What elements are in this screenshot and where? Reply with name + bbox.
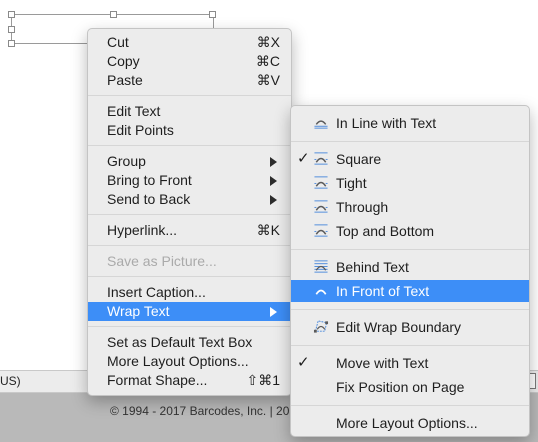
menu-item-label: Paste: [107, 72, 143, 88]
menu-item-label: Insert Caption...: [107, 284, 206, 300]
menu-item-edit-points[interactable]: Edit Points: [88, 121, 291, 140]
wrap-option-more-layout-options[interactable]: More Layout Options...: [291, 412, 529, 434]
menu-separator: [291, 309, 529, 310]
edit-wrap-boundary-icon: [313, 320, 329, 333]
shortcut-label: ⇧⌘1: [246, 372, 280, 388]
menu-separator: [291, 249, 529, 250]
menu-item-more-layout-options[interactable]: More Layout Options...: [88, 352, 291, 371]
menu-item-label: Wrap Text: [107, 303, 170, 319]
resize-handle-middle-left[interactable]: [8, 26, 15, 33]
wrap-option-behind-text[interactable]: Behind Text: [291, 256, 529, 278]
menu-item-format-shape[interactable]: Format Shape... ⇧⌘1: [88, 371, 291, 390]
menu-separator: [88, 145, 291, 146]
menu-item-label: Copy: [107, 53, 140, 69]
menu-item-label: Save as Picture...: [107, 253, 217, 269]
resize-handle-bottom-left[interactable]: [8, 40, 15, 47]
menu-item-copy[interactable]: Copy ⌘C: [88, 52, 291, 71]
menu-item-label: In Front of Text: [336, 283, 430, 299]
menu-item-send-to-back[interactable]: Send to Back: [88, 190, 291, 209]
menu-separator: [88, 245, 291, 246]
shortcut-label: ⌘C: [255, 53, 280, 69]
menu-item-label: Behind Text: [336, 259, 409, 275]
shortcut-label: ⌘K: [256, 222, 280, 238]
menu-item-label: Square: [336, 151, 382, 167]
menu-item-label: Edit Text: [107, 103, 161, 119]
resize-handle-top-middle[interactable]: [110, 11, 117, 18]
wrap-option-move-with-text[interactable]: ✓ Move with Text: [291, 352, 529, 374]
menu-separator: [291, 405, 529, 406]
footer-copyright: © 1994 - 2017 Barcodes, Inc. | 20: [110, 404, 290, 418]
menu-item-label: Group: [107, 153, 146, 169]
wrap-option-fix-position-on-page[interactable]: Fix Position on Page: [291, 376, 529, 398]
menu-item-label: Format Shape...: [107, 372, 208, 388]
menu-item-label: Fix Position on Page: [336, 379, 465, 395]
menu-item-wrap-text[interactable]: Wrap Text: [88, 302, 291, 321]
menu-item-label: More Layout Options...: [107, 353, 249, 369]
menu-item-paste[interactable]: Paste ⌘V: [88, 71, 291, 90]
submenu-arrow-icon: [270, 176, 277, 186]
wrap-option-in-line-with-text[interactable]: In Line with Text: [291, 112, 529, 134]
menu-item-set-as-default-text-box[interactable]: Set as Default Text Box: [88, 333, 291, 352]
wrap-option-edit-wrap-boundary[interactable]: Edit Wrap Boundary: [291, 316, 529, 338]
inline-wrap-icon: [314, 120, 328, 129]
submenu-arrow-icon: [270, 157, 277, 167]
menu-item-label: Bring to Front: [107, 172, 192, 188]
menu-item-label: Through: [336, 199, 389, 215]
menu-item-label: Move with Text: [336, 355, 429, 371]
menu-item-edit-text[interactable]: Edit Text: [88, 102, 291, 121]
wrap-option-tight[interactable]: Tight: [291, 172, 529, 194]
menu-item-label: Set as Default Text Box: [107, 334, 253, 350]
wrap-option-top-and-bottom[interactable]: Top and Bottom: [291, 220, 529, 242]
tight-wrap-icon: [314, 176, 328, 189]
resize-handle-top-left[interactable]: [8, 11, 15, 18]
menu-item-save-as-picture: Save as Picture...: [88, 252, 291, 271]
checkmark-icon: ✓: [297, 354, 310, 371]
menu-item-label: Hyperlink...: [107, 222, 178, 238]
menu-item-label: Top and Bottom: [336, 223, 435, 239]
menu-separator: [88, 326, 291, 327]
square-wrap-icon: [314, 152, 328, 165]
menu-separator: [88, 276, 291, 277]
menu-item-label: Cut: [107, 34, 129, 50]
menu-item-label: In Line with Text: [336, 115, 437, 131]
menu-item-cut[interactable]: Cut ⌘X: [88, 33, 291, 52]
menu-item-label: Tight: [336, 175, 367, 191]
menu-item-hyperlink[interactable]: Hyperlink... ⌘K: [88, 221, 291, 240]
wrap-option-square[interactable]: ✓ Square: [291, 148, 529, 170]
wrap-option-through[interactable]: Through: [291, 196, 529, 218]
menu-separator: [291, 141, 529, 142]
submenu-arrow-icon: [270, 307, 277, 317]
wrap-option-in-front-of-text[interactable]: In Front of Text: [291, 280, 529, 302]
menu-item-group[interactable]: Group: [88, 152, 291, 171]
checkmark-icon: ✓: [297, 150, 310, 167]
shortcut-label: ⌘V: [256, 72, 280, 88]
menu-item-bring-to-front[interactable]: Bring to Front: [88, 171, 291, 190]
shortcut-label: ⌘X: [256, 34, 280, 50]
language-status[interactable]: US): [0, 374, 21, 388]
context-menu: Cut ⌘X Copy ⌘C Paste ⌘V Edit Text Edit Points Gr…: [87, 28, 292, 396]
in-front-text-icon: [315, 289, 327, 295]
behind-text-icon: [314, 260, 328, 273]
menu-separator: [88, 214, 291, 215]
submenu-arrow-icon: [270, 195, 277, 205]
top-bottom-wrap-icon: [314, 224, 328, 237]
menu-item-label: More Layout Options...: [336, 415, 478, 431]
menu-item-label: Edit Wrap Boundary: [336, 319, 462, 335]
menu-item-label: Send to Back: [107, 191, 191, 207]
menu-item-label: Edit Points: [107, 122, 174, 138]
resize-handle-top-right[interactable]: [209, 11, 216, 18]
wrap-text-submenu: In Line with Text ✓ Square Tight Through Top …: [290, 105, 530, 437]
menu-item-insert-caption[interactable]: Insert Caption...: [88, 283, 291, 302]
menu-separator: [88, 95, 291, 96]
through-wrap-icon: [314, 200, 328, 213]
menu-separator: [291, 345, 529, 346]
